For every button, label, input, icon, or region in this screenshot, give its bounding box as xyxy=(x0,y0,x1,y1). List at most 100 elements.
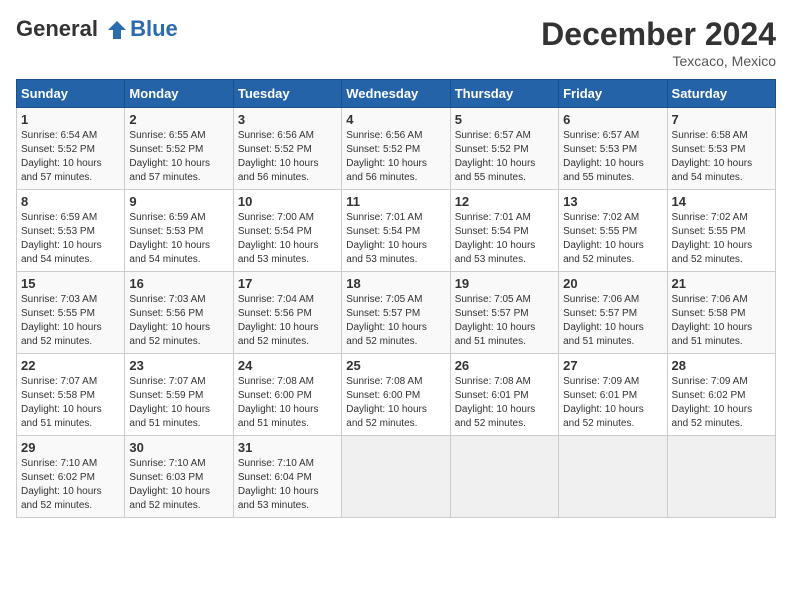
day-number: 10 xyxy=(238,194,337,209)
col-sunday: Sunday xyxy=(17,80,125,108)
logo-blue: Blue xyxy=(130,16,178,42)
day-detail: Sunrise: 6:57 AMSunset: 5:53 PMDaylight:… xyxy=(563,129,662,185)
table-row xyxy=(342,436,450,518)
table-row: 10Sunrise: 7:00 AMSunset: 5:54 PMDayligh… xyxy=(233,190,341,272)
calendar-row: 1 Sunrise: 6:54 AMSunset: 5:52 PMDaylight… xyxy=(17,108,776,190)
day-detail: Sunrise: 7:09 AMSunset: 6:02 PMDaylight:… xyxy=(672,375,771,431)
calendar-body: 1 Sunrise: 6:54 AMSunset: 5:52 PMDaylight… xyxy=(17,108,776,518)
day-detail: Sunrise: 6:57 AMSunset: 5:52 PMDaylight:… xyxy=(455,129,554,185)
table-row: 7 Sunrise: 6:58 AMSunset: 5:53 PMDaylight… xyxy=(667,108,775,190)
title-section: December 2024 Texcaco, Mexico xyxy=(541,16,776,69)
calendar-row: 29 Sunrise: 7:10 AMSunset: 6:02 PMDayligh… xyxy=(17,436,776,518)
day-detail: Sunrise: 7:09 AMSunset: 6:01 PMDaylight:… xyxy=(563,375,662,431)
table-row: 8Sunrise: 6:59 AMSunset: 5:53 PMDaylight… xyxy=(17,190,125,272)
logo-icon xyxy=(106,19,128,41)
day-detail: Sunrise: 7:06 AMSunset: 5:57 PMDaylight:… xyxy=(563,293,662,349)
day-number: 11 xyxy=(346,194,445,209)
table-row: 3 Sunrise: 6:56 AMSunset: 5:52 PMDaylight… xyxy=(233,108,341,190)
table-row: 5 Sunrise: 6:57 AMSunset: 5:52 PMDaylight… xyxy=(450,108,558,190)
col-saturday: Saturday xyxy=(667,80,775,108)
calendar-table: Sunday Monday Tuesday Wednesday Thursday… xyxy=(16,79,776,518)
day-detail: Sunrise: 7:08 AMSunset: 6:00 PMDaylight:… xyxy=(238,375,337,431)
logo: General Blue xyxy=(16,16,178,42)
table-row: 26 Sunrise: 7:08 AMSunset: 6:01 PMDayligh… xyxy=(450,354,558,436)
table-row: 14Sunrise: 7:02 AMSunset: 5:55 PMDayligh… xyxy=(667,190,775,272)
day-number: 23 xyxy=(129,358,228,373)
table-row: 4 Sunrise: 6:56 AMSunset: 5:52 PMDaylight… xyxy=(342,108,450,190)
day-number: 4 xyxy=(346,112,445,127)
day-number: 14 xyxy=(672,194,771,209)
col-wednesday: Wednesday xyxy=(342,80,450,108)
day-detail: Sunrise: 7:08 AMSunset: 6:01 PMDaylight:… xyxy=(455,375,554,431)
table-row: 31 Sunrise: 7:10 AMSunset: 6:04 PMDayligh… xyxy=(233,436,341,518)
col-thursday: Thursday xyxy=(450,80,558,108)
day-detail: Sunrise: 6:56 AMSunset: 5:52 PMDaylight:… xyxy=(346,129,445,185)
day-detail: Sunrise: 7:10 AMSunset: 6:04 PMDaylight:… xyxy=(238,457,337,513)
day-number: 7 xyxy=(672,112,771,127)
table-row: 15 Sunrise: 7:03 AMSunset: 5:55 PMDayligh… xyxy=(17,272,125,354)
day-number: 29 xyxy=(21,440,120,455)
day-detail: Sunrise: 6:56 AMSunset: 5:52 PMDaylight:… xyxy=(238,129,337,185)
table-row: 27 Sunrise: 7:09 AMSunset: 6:01 PMDayligh… xyxy=(559,354,667,436)
calendar-row: 8Sunrise: 6:59 AMSunset: 5:53 PMDaylight… xyxy=(17,190,776,272)
day-number: 18 xyxy=(346,276,445,291)
calendar-row: 15 Sunrise: 7:03 AMSunset: 5:55 PMDayligh… xyxy=(17,272,776,354)
logo-general: General xyxy=(16,16,98,41)
day-number: 30 xyxy=(129,440,228,455)
table-row: 28 Sunrise: 7:09 AMSunset: 6:02 PMDayligh… xyxy=(667,354,775,436)
page-header: General Blue December 2024 Texcaco, Mexi… xyxy=(16,16,776,69)
day-detail: Sunrise: 6:58 AMSunset: 5:53 PMDaylight:… xyxy=(672,129,771,185)
calendar-row: 22Sunrise: 7:07 AMSunset: 5:58 PMDayligh… xyxy=(17,354,776,436)
day-number: 26 xyxy=(455,358,554,373)
day-number: 13 xyxy=(563,194,662,209)
day-detail: Sunrise: 6:59 AMSunset: 5:53 PMDaylight:… xyxy=(21,211,120,267)
col-friday: Friday xyxy=(559,80,667,108)
day-number: 6 xyxy=(563,112,662,127)
day-detail: Sunrise: 7:08 AMSunset: 6:00 PMDaylight:… xyxy=(346,375,445,431)
day-detail: Sunrise: 7:03 AMSunset: 5:55 PMDaylight:… xyxy=(21,293,120,349)
day-number: 27 xyxy=(563,358,662,373)
day-detail: Sunrise: 7:10 AMSunset: 6:03 PMDaylight:… xyxy=(129,457,228,513)
day-number: 24 xyxy=(238,358,337,373)
day-number: 1 xyxy=(21,112,120,127)
day-detail: Sunrise: 7:04 AMSunset: 5:56 PMDaylight:… xyxy=(238,293,337,349)
day-number: 15 xyxy=(21,276,120,291)
day-number: 28 xyxy=(672,358,771,373)
day-detail: Sunrise: 6:59 AMSunset: 5:53 PMDaylight:… xyxy=(129,211,228,267)
table-row: 24 Sunrise: 7:08 AMSunset: 6:00 PMDayligh… xyxy=(233,354,341,436)
location-subtitle: Texcaco, Mexico xyxy=(541,53,776,69)
day-detail: Sunrise: 7:07 AMSunset: 5:59 PMDaylight:… xyxy=(129,375,228,431)
table-row: 13 Sunrise: 7:02 AMSunset: 5:55 PMDayligh… xyxy=(559,190,667,272)
table-row: 25 Sunrise: 7:08 AMSunset: 6:00 PMDayligh… xyxy=(342,354,450,436)
month-year-title: December 2024 xyxy=(541,16,776,53)
day-number: 19 xyxy=(455,276,554,291)
day-number: 31 xyxy=(238,440,337,455)
table-row: 19Sunrise: 7:05 AMSunset: 5:57 PMDayligh… xyxy=(450,272,558,354)
table-row: 16 Sunrise: 7:03 AMSunset: 5:56 PMDayligh… xyxy=(125,272,233,354)
table-row: 9 Sunrise: 6:59 AMSunset: 5:53 PMDaylight… xyxy=(125,190,233,272)
day-number: 9 xyxy=(129,194,228,209)
day-detail: Sunrise: 7:02 AMSunset: 5:55 PMDaylight:… xyxy=(563,211,662,267)
day-number: 16 xyxy=(129,276,228,291)
day-number: 12 xyxy=(455,194,554,209)
header-row: Sunday Monday Tuesday Wednesday Thursday… xyxy=(17,80,776,108)
day-detail: Sunrise: 7:10 AMSunset: 6:02 PMDaylight:… xyxy=(21,457,120,513)
day-number: 3 xyxy=(238,112,337,127)
day-number: 5 xyxy=(455,112,554,127)
day-number: 25 xyxy=(346,358,445,373)
table-row: 12 Sunrise: 7:01 AMSunset: 5:54 PMDayligh… xyxy=(450,190,558,272)
day-detail: Sunrise: 7:06 AMSunset: 5:58 PMDaylight:… xyxy=(672,293,771,349)
day-detail: Sunrise: 7:01 AMSunset: 5:54 PMDaylight:… xyxy=(455,211,554,267)
table-row: 2 Sunrise: 6:55 AMSunset: 5:52 PMDaylight… xyxy=(125,108,233,190)
day-detail: Sunrise: 7:05 AMSunset: 5:57 PMDaylight:… xyxy=(346,293,445,349)
day-detail: Sunrise: 6:54 AMSunset: 5:52 PMDaylight:… xyxy=(21,129,120,185)
day-number: 22 xyxy=(21,358,120,373)
table-row: 29 Sunrise: 7:10 AMSunset: 6:02 PMDayligh… xyxy=(17,436,125,518)
day-detail: Sunrise: 7:03 AMSunset: 5:56 PMDaylight:… xyxy=(129,293,228,349)
day-detail: Sunrise: 6:55 AMSunset: 5:52 PMDaylight:… xyxy=(129,129,228,185)
col-monday: Monday xyxy=(125,80,233,108)
day-number: 20 xyxy=(563,276,662,291)
col-tuesday: Tuesday xyxy=(233,80,341,108)
day-number: 2 xyxy=(129,112,228,127)
table-row: 22Sunrise: 7:07 AMSunset: 5:58 PMDayligh… xyxy=(17,354,125,436)
